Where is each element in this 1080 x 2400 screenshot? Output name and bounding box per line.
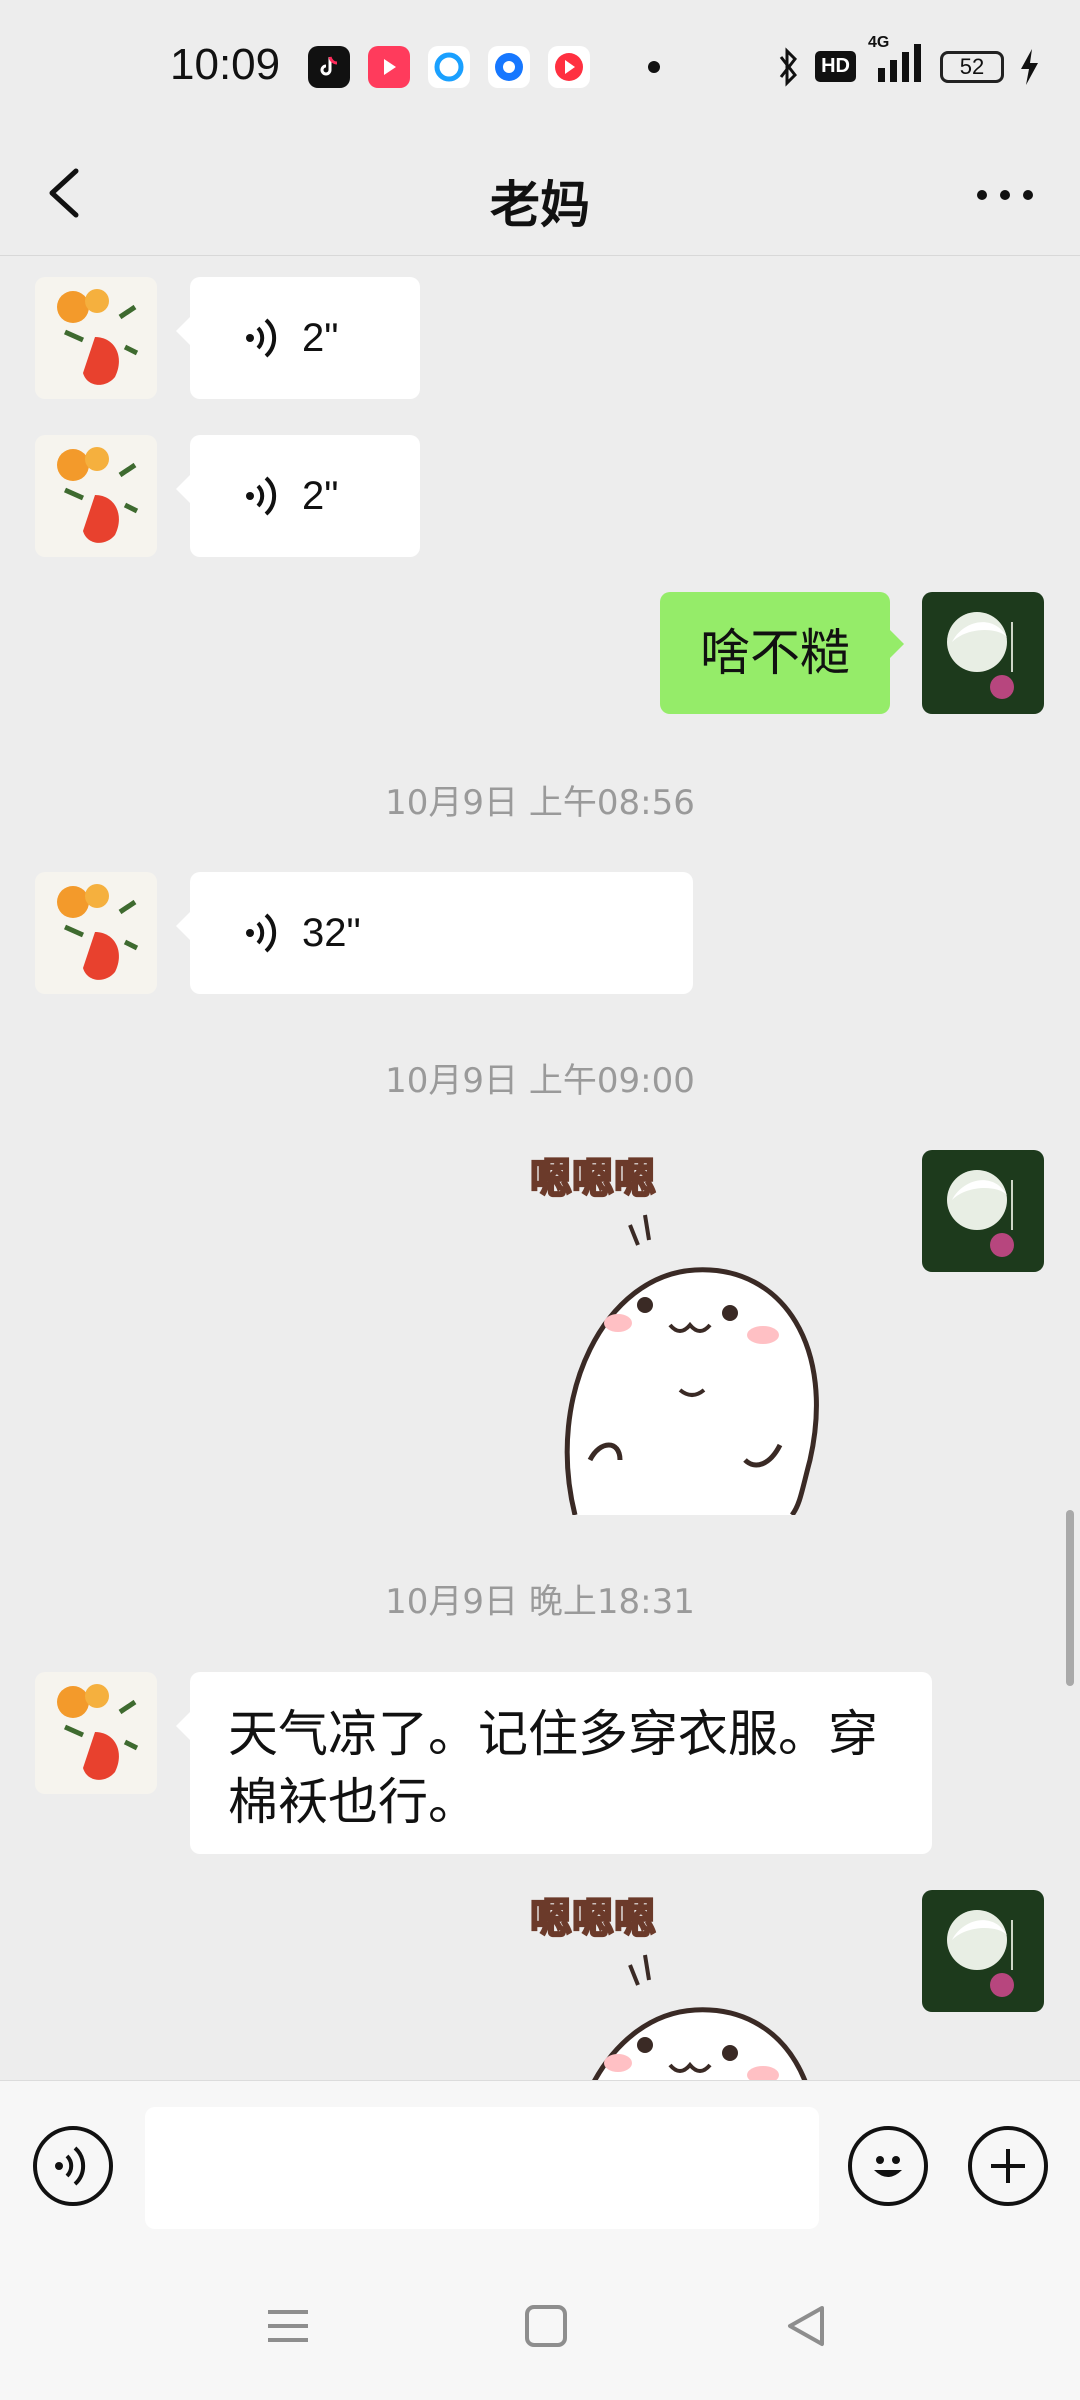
- menu-icon[interactable]: [262, 2300, 314, 2352]
- voice-message-bubble[interactable]: 2": [176, 277, 420, 399]
- video-play-icon: [368, 46, 410, 88]
- voice-wave-icon: [246, 913, 277, 953]
- timestamp: 10月9日 晚上18:31: [385, 1582, 695, 1622]
- voice-message-bubble[interactable]: 2": [176, 435, 420, 557]
- message-text: 天气凉了。记住多穿衣服。穿棉袄也行。: [228, 1705, 878, 1831]
- blue-circle-app-icon: [428, 46, 470, 88]
- timestamp: 10月9日 上午08:56: [385, 783, 695, 823]
- voice-content: 2": [190, 277, 420, 399]
- my-avatar[interactable]: [922, 592, 1044, 714]
- blue-dot-app-icon: [488, 46, 530, 88]
- voice-duration: 2": [302, 315, 339, 360]
- emoji-icon[interactable]: [848, 2126, 928, 2206]
- sticker-image[interactable]: 嗯嗯嗯: [530, 1885, 870, 2080]
- notification-icons: [308, 46, 660, 88]
- tiktok-icon: [308, 46, 350, 88]
- chat-title: 老妈: [490, 176, 590, 234]
- voice-icon[interactable]: [33, 2126, 113, 2206]
- message-text: 啥不糙: [700, 624, 850, 682]
- timestamp: 10月9日 上午09:00: [385, 1061, 695, 1101]
- voice-content: 2": [190, 435, 420, 557]
- more-dots-icon[interactable]: [970, 165, 1040, 225]
- my-avatar[interactable]: [922, 1150, 1044, 1272]
- mom-avatar[interactable]: [35, 1672, 157, 1794]
- mom-avatar[interactable]: [35, 435, 157, 557]
- text-message-bubble[interactable]: 天气凉了。记住多穿衣服。穿棉袄也行。: [176, 1672, 932, 1854]
- voice-content: 32": [190, 872, 693, 994]
- battery-indicator: 52: [940, 50, 1004, 83]
- mom-avatar[interactable]: [35, 872, 157, 994]
- status-time: 10:09: [170, 40, 281, 89]
- mom-avatar[interactable]: [35, 277, 157, 399]
- charging-icon: [1021, 48, 1038, 85]
- red-play-app-icon: [548, 46, 590, 88]
- bluetooth-icon: [779, 46, 798, 87]
- voice-duration: 2": [302, 473, 339, 518]
- signal-icon: 4G: [868, 34, 926, 89]
- more-notifications-dot: [648, 61, 660, 73]
- sticker-image[interactable]: 嗯嗯嗯: [529, 1145, 870, 1515]
- voice-wave-icon: [246, 476, 277, 516]
- header-divider: [0, 255, 1080, 256]
- status-bar: 10:09 HD 4G 52: [0, 0, 1080, 135]
- chat-header: 老妈: [0, 135, 1080, 255]
- voice-message-bubble[interactable]: 32": [176, 872, 693, 994]
- hd-badge: HD: [815, 51, 856, 82]
- input-bar: [0, 2080, 1080, 2241]
- back-icon[interactable]: [780, 2300, 832, 2352]
- system-nav-bar: [0, 2240, 1080, 2400]
- home-icon[interactable]: [520, 2300, 572, 2352]
- message-input[interactable]: [145, 2107, 819, 2229]
- plus-icon[interactable]: [968, 2126, 1048, 2206]
- status-right: HD 4G 52: [775, 34, 1040, 89]
- my-text-bubble[interactable]: 啥不糙: [660, 592, 904, 714]
- voice-wave-icon: [246, 318, 277, 358]
- scrollbar[interactable]: [1066, 1510, 1074, 1686]
- voice-duration: 32": [302, 910, 361, 955]
- my-avatar[interactable]: [922, 1890, 1044, 2012]
